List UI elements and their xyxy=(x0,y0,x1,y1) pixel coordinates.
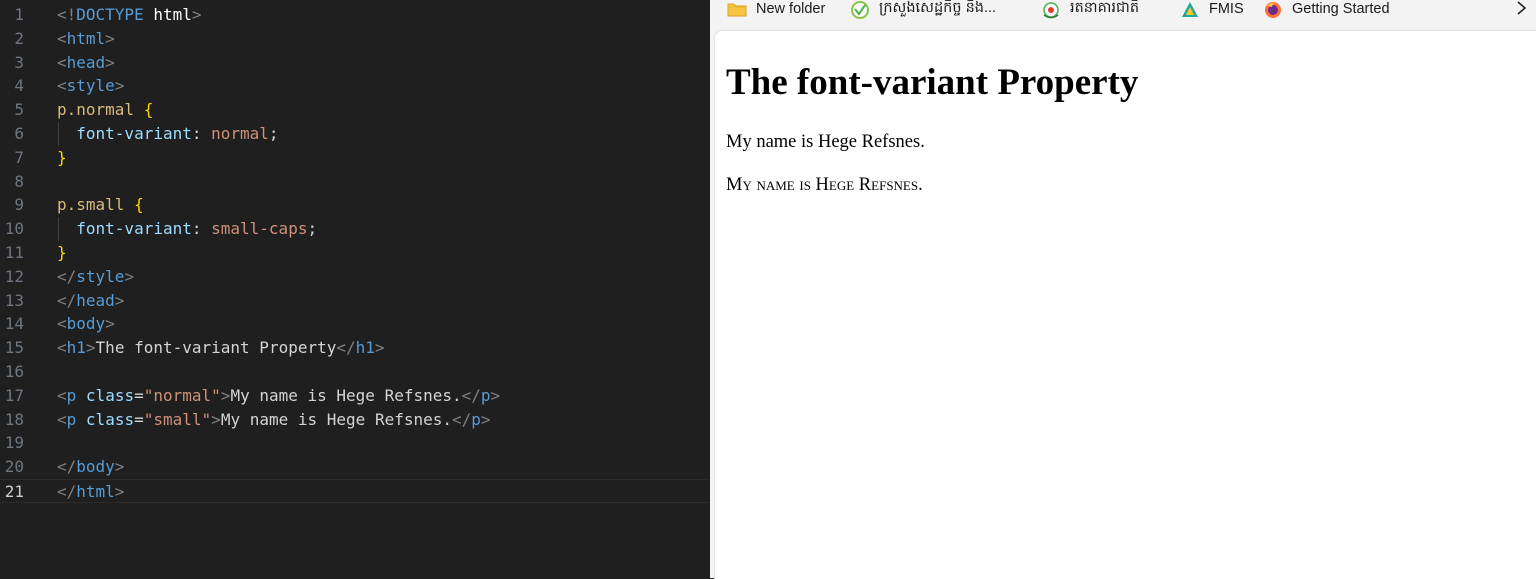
code-text: p.normal { xyxy=(57,100,154,120)
code-text: <style> xyxy=(57,76,125,96)
folder-icon xyxy=(727,1,747,17)
bookmark-label: New folder xyxy=(756,1,826,17)
rendered-page: The font-variant Property My name is Heg… xyxy=(714,30,1536,579)
code-text: font-variant: small-caps; xyxy=(76,219,318,239)
code-text: } xyxy=(57,243,67,262)
bookmark-getting-started[interactable]: Getting Started xyxy=(1263,0,1390,18)
bookmark-label: Getting Started xyxy=(1292,1,1390,17)
code-text: <!DOCTYPE html> xyxy=(57,5,202,24)
code-text: <body> xyxy=(57,314,115,334)
line-number: 6 xyxy=(14,124,24,143)
line-number: 1 xyxy=(14,5,24,24)
bookmarks-bar: New folder ក្រសួងសេដ្ឋកិច្ច និង... រតនាគ… xyxy=(710,0,1536,30)
line-number: 20 xyxy=(4,457,24,477)
code-text: p.small { xyxy=(57,195,144,215)
code-line[interactable]: 6 font-variant: normal; xyxy=(0,122,710,146)
code-line[interactable]: 20 </body> xyxy=(0,455,710,479)
line-number: 2 xyxy=(14,28,24,48)
code-line[interactable]: 16 xyxy=(0,360,710,384)
line-number: 19 xyxy=(4,433,24,453)
code-text: <h1>The font-variant Property</h1> xyxy=(57,338,385,358)
ministry-logo-icon xyxy=(850,1,870,19)
line-number: 13 xyxy=(4,290,24,310)
bookmark-label: រតនាគារជាតិ xyxy=(1070,0,1140,16)
code-line[interactable]: 2 <html> xyxy=(0,27,710,51)
line-number: 17 xyxy=(4,385,24,405)
code-text: </style> xyxy=(57,266,135,286)
code-line[interactable]: 5 p.normal { xyxy=(0,98,710,122)
paragraph-small-caps: My name is Hege Refsnes. xyxy=(726,175,923,195)
bookmark-new-folder[interactable]: New folder xyxy=(727,0,825,18)
chevron-right-icon[interactable] xyxy=(1514,0,1528,18)
line-number: 11 xyxy=(4,243,24,262)
line-number: 16 xyxy=(4,362,24,381)
code-line[interactable]: 10 font-variant: small-caps; xyxy=(0,217,710,241)
code-text: font-variant: normal; xyxy=(76,124,279,143)
line-number: 9 xyxy=(14,195,24,215)
code-text: <head> xyxy=(57,52,115,72)
code-text: <p class="normal">My name is Hege Refsne… xyxy=(57,385,501,405)
line-number: 4 xyxy=(14,76,24,96)
page-heading: The font-variant Property xyxy=(726,62,1139,103)
code-text: <html> xyxy=(57,28,115,48)
code-line[interactable]: 3 <head> xyxy=(0,51,710,75)
code-text: } xyxy=(57,147,67,167)
browser-window: New folder ក្រសួងសេដ្ឋកិច្ច និង... រតនាគ… xyxy=(710,0,1536,579)
line-number: 18 xyxy=(4,409,24,429)
code-line[interactable]: 9 p.small { xyxy=(0,193,710,217)
fmis-logo-icon xyxy=(1180,1,1200,17)
bookmark-treasury[interactable]: រតនាគារជាតិ xyxy=(1041,0,1140,19)
code-text: <p class="small">My name is Hege Refsnes… xyxy=(57,409,491,429)
firefox-icon xyxy=(1263,1,1283,18)
code-line[interactable]: 17 <p class="normal">My name is Hege Refs… xyxy=(0,384,710,408)
code-line[interactable]: 12 </style> xyxy=(0,265,710,289)
code-line[interactable]: 8 xyxy=(0,170,710,194)
line-number: 5 xyxy=(14,100,24,120)
code-line[interactable]: 11} xyxy=(0,241,710,265)
indent-guide xyxy=(58,122,59,146)
line-number: 7 xyxy=(14,147,24,167)
code-editor[interactable]: 1 <!DOCTYPE html> 2 <html> 3 <head> 4 <style> 5 p… xyxy=(0,0,710,578)
bookmark-label: FMIS xyxy=(1209,1,1244,17)
code-line[interactable]: 1 <!DOCTYPE html> xyxy=(0,3,710,27)
bookmark-fmis[interactable]: FMIS xyxy=(1180,0,1244,18)
treasury-logo-icon xyxy=(1041,1,1061,19)
bookmark-ministry[interactable]: ក្រសួងសេដ្ឋកិច្ច និង... xyxy=(850,0,997,19)
line-number: 12 xyxy=(4,266,24,286)
code-line[interactable]: 15 <h1>The font-variant Property</h1> xyxy=(0,336,710,360)
line-number: 21 xyxy=(4,482,24,501)
line-number: 10 xyxy=(4,219,24,239)
code-line[interactable]: 13 </head> xyxy=(0,289,710,313)
line-number: 8 xyxy=(14,171,24,191)
code-text: </head> xyxy=(57,290,125,310)
code-line[interactable]: 7} xyxy=(0,146,710,170)
bookmark-label: ក្រសួងសេដ្ឋកិច្ច និង... xyxy=(879,0,997,16)
code-line[interactable]: 14 <body> xyxy=(0,312,710,336)
code-line[interactable]: 4 <style> xyxy=(0,74,710,98)
paragraph-normal: My name is Hege Refsnes. xyxy=(726,132,925,152)
code-line[interactable]: 19 xyxy=(0,431,710,455)
line-number: 3 xyxy=(14,52,24,72)
code-text: </html> xyxy=(57,482,125,501)
code-line[interactable]: 18 <p class="small">My name is Hege Refsn… xyxy=(0,408,710,432)
indent-guide xyxy=(58,217,59,241)
code-line[interactable]: 21 </html> xyxy=(0,479,710,503)
line-number: 15 xyxy=(4,338,24,358)
line-number: 14 xyxy=(4,314,24,334)
code-text: </body> xyxy=(57,457,125,477)
